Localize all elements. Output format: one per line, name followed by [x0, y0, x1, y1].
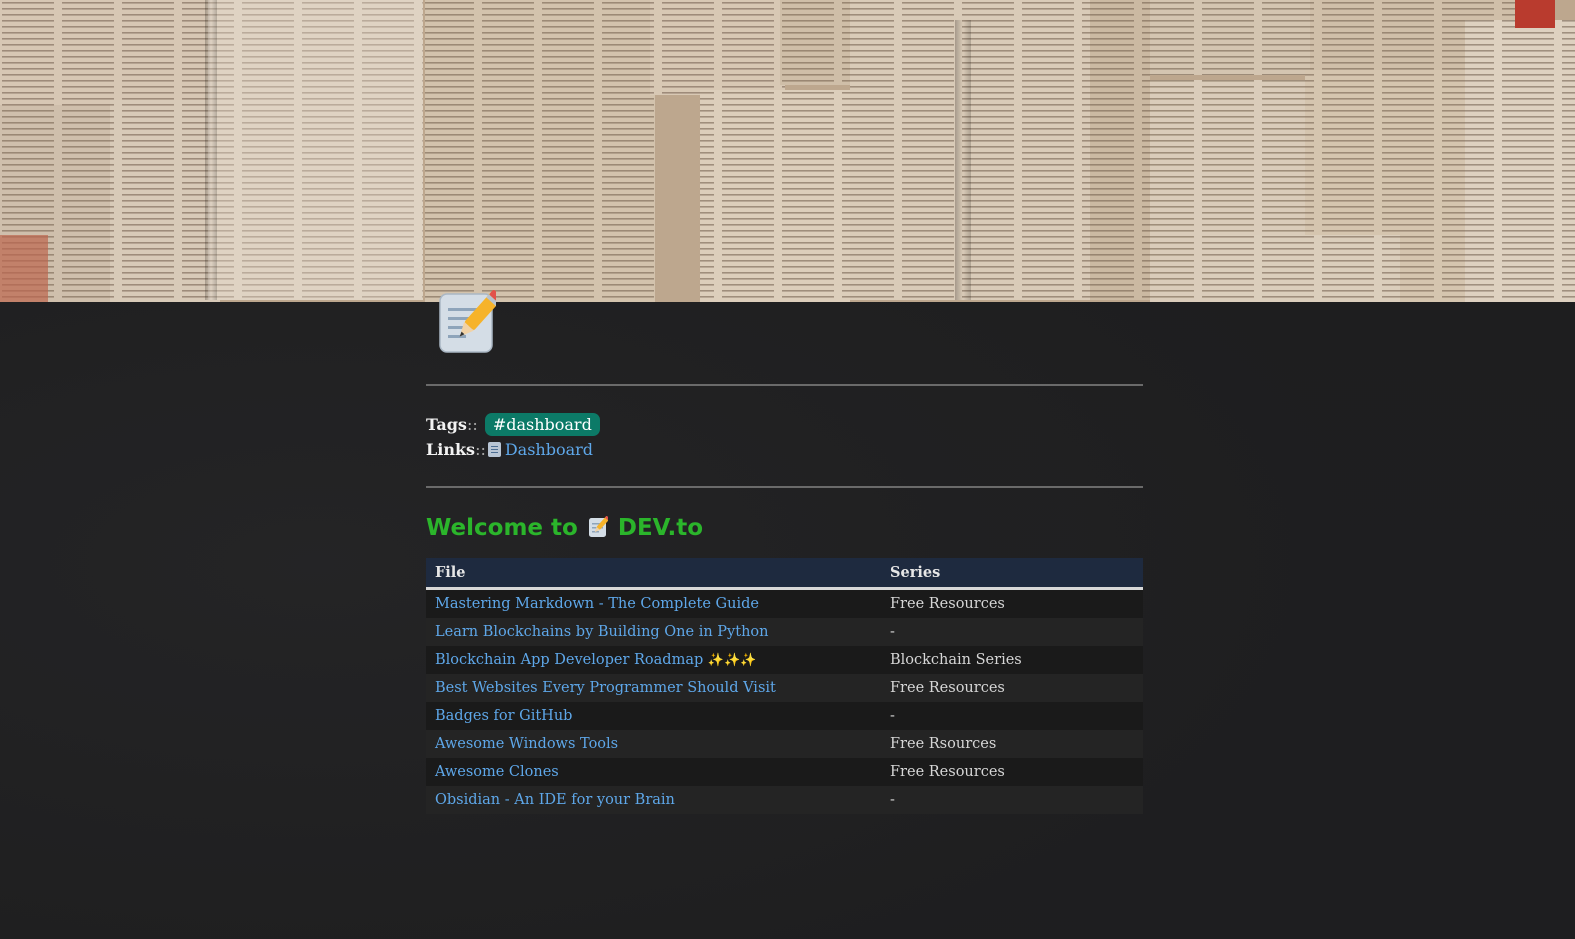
- series-cell: Free Resources: [881, 674, 1143, 702]
- tags-row: Tags:: #dashboard: [426, 412, 1143, 437]
- file-link[interactable]: Awesome Clones: [435, 764, 559, 780]
- links-row: Links:: Dashboard: [426, 437, 1143, 462]
- table-row: Badges for GitHub -: [426, 702, 1143, 730]
- divider: [426, 384, 1143, 386]
- table-row: Awesome Windows Tools Free Rsources: [426, 730, 1143, 758]
- frontmatter: Tags:: #dashboard Links:: Dashboard: [426, 412, 1143, 462]
- tags-separator: ::: [466, 415, 478, 434]
- table-row: Best Websites Every Programmer Should Vi…: [426, 674, 1143, 702]
- series-cell: Free Resources: [881, 758, 1143, 786]
- memo-icon: [588, 516, 608, 537]
- heading-suffix: DEV.to: [617, 515, 704, 541]
- series-cell: -: [881, 786, 1143, 814]
- memo-icon: [439, 290, 496, 353]
- tags-label: Tags: [426, 415, 467, 434]
- note-page: Tags:: #dashboard Links:: Dashboard Welco…: [0, 0, 1575, 939]
- document-icon: [487, 442, 501, 457]
- file-cell: Badges for GitHub: [426, 702, 881, 730]
- table-row: Awesome Clones Free Resources: [426, 758, 1143, 786]
- divider: [426, 486, 1143, 488]
- series-cell: -: [881, 618, 1143, 646]
- table-row: Blockchain App Developer Roadmap ✨✨✨ Blo…: [426, 646, 1143, 674]
- file-cell: Awesome Windows Tools: [426, 730, 881, 758]
- table-row: Learn Blockchains by Building One in Pyt…: [426, 618, 1143, 646]
- file-cell: Mastering Markdown - The Complete Guide: [426, 588, 881, 618]
- table-row: Obsidian - An IDE for your Brain -: [426, 786, 1143, 814]
- file-cell: Awesome Clones: [426, 758, 881, 786]
- file-link[interactable]: Learn Blockchains by Building One in Pyt…: [435, 624, 768, 640]
- links-label: Links: [426, 440, 476, 459]
- file-link[interactable]: Blockchain App Developer Roadmap: [435, 652, 703, 668]
- file-link[interactable]: Badges for GitHub: [435, 708, 572, 724]
- file-cell: Obsidian - An IDE for your Brain: [426, 786, 881, 814]
- sparkles-icon: ✨✨✨: [707, 653, 757, 668]
- column-header-file[interactable]: File: [426, 558, 881, 590]
- file-cell: Best Websites Every Programmer Should Vi…: [426, 674, 881, 702]
- file-link[interactable]: Awesome Windows Tools: [435, 736, 618, 752]
- note-content: Tags:: #dashboard Links:: Dashboard Welco…: [426, 384, 1143, 814]
- table-row: Mastering Markdown - The Complete Guide …: [426, 588, 1143, 618]
- heading-prefix: Welcome to: [426, 515, 578, 541]
- tag-dashboard[interactable]: #dashboard: [484, 413, 600, 436]
- banner-image: [0, 0, 1575, 302]
- dashboard-link[interactable]: Dashboard: [505, 440, 593, 459]
- files-table: File Series Mastering Markdown - The Com…: [426, 558, 1143, 814]
- file-link[interactable]: Best Websites Every Programmer Should Vi…: [435, 680, 776, 696]
- file-cell: Learn Blockchains by Building One in Pyt…: [426, 618, 881, 646]
- series-cell: Blockchain Series: [881, 646, 1143, 674]
- series-cell: Free Resources: [881, 588, 1143, 618]
- books-banner-graphic: [0, 0, 1575, 302]
- table-header-row: File Series: [426, 558, 1143, 590]
- file-link[interactable]: Obsidian - An IDE for your Brain: [435, 792, 675, 808]
- column-header-series[interactable]: Series: [881, 558, 1143, 590]
- page-heading: Welcome to DEV.to: [426, 512, 1143, 544]
- file-link[interactable]: Mastering Markdown - The Complete Guide: [435, 596, 759, 612]
- series-cell: Free Rsources: [881, 730, 1143, 758]
- file-cell: Blockchain App Developer Roadmap ✨✨✨: [426, 646, 881, 674]
- series-cell: -: [881, 702, 1143, 730]
- links-separator: ::: [475, 440, 486, 459]
